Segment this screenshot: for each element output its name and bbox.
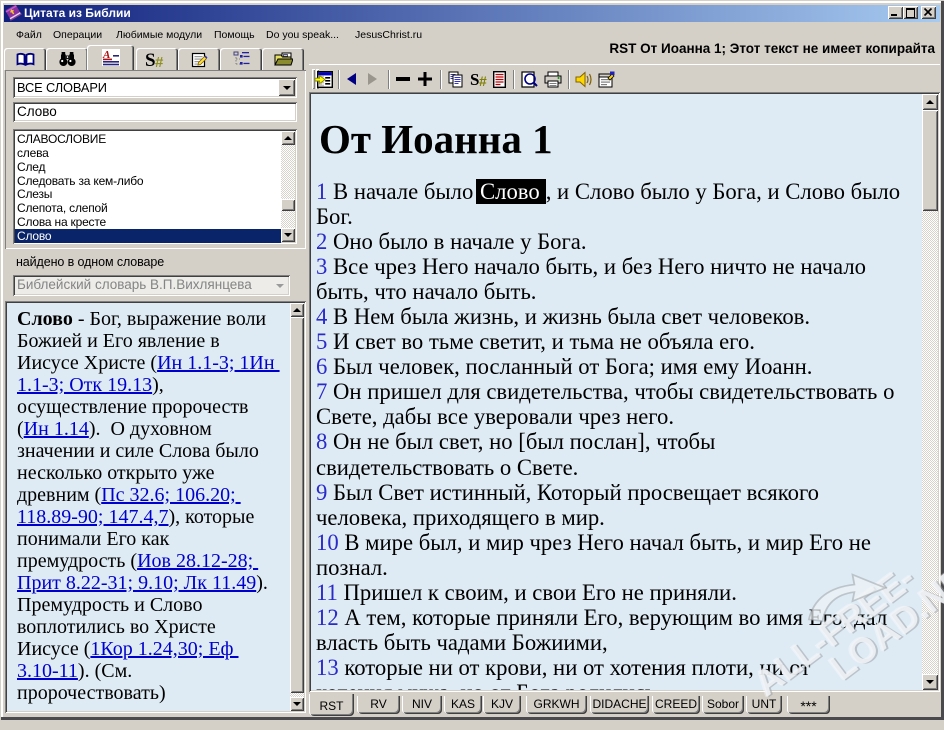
svg-text:#: # [155, 54, 164, 68]
svg-text:S: S [145, 50, 156, 68]
svg-text:#: # [479, 73, 487, 88]
